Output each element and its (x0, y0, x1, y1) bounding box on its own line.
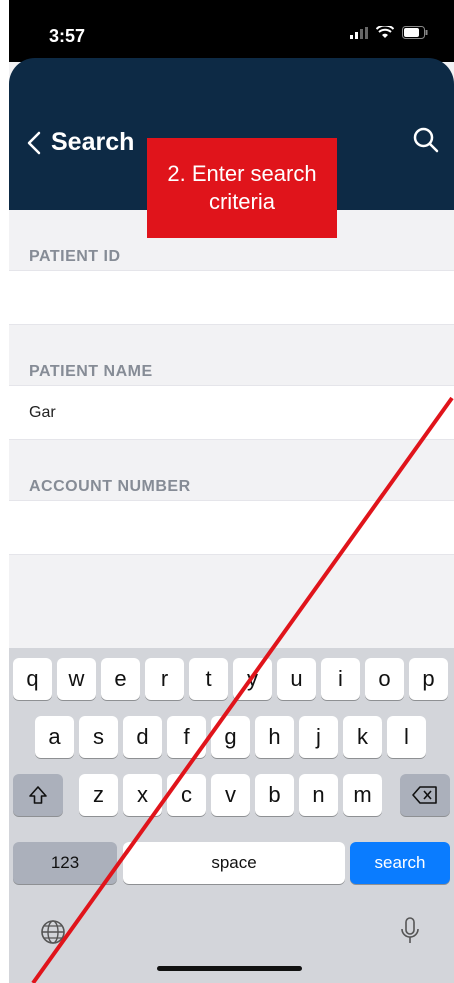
key-p[interactable]: p (409, 658, 448, 700)
key-b[interactable]: b (255, 774, 294, 816)
search-button[interactable] (412, 126, 440, 159)
key-n[interactable]: n (299, 774, 338, 816)
key-j[interactable]: j (299, 716, 338, 758)
globe-icon (41, 920, 65, 944)
patient-name-field[interactable]: Gar (9, 385, 454, 440)
signal-icon (350, 26, 368, 39)
key-m[interactable]: m (343, 774, 382, 816)
key-r[interactable]: r (145, 658, 184, 700)
search-key[interactable]: search (350, 842, 450, 884)
patient-id-field[interactable] (9, 270, 454, 325)
keyboard: q w e r t y u i o p a s d f g h j k l z (9, 648, 454, 983)
status-time: 3:57 (49, 26, 86, 46)
key-o[interactable]: o (365, 658, 404, 700)
battery-icon (402, 26, 428, 39)
patient-name-label: PATIENT NAME (29, 363, 153, 380)
key-l[interactable]: l (387, 716, 426, 758)
instruction-callout: 2. Enter search criteria (147, 138, 337, 238)
microphone-icon (401, 917, 419, 943)
key-i[interactable]: i (321, 658, 360, 700)
back-button[interactable]: Search (27, 128, 134, 157)
numbers-key[interactable]: 123 (13, 842, 117, 884)
globe-key[interactable] (39, 918, 67, 951)
key-h[interactable]: h (255, 716, 294, 758)
status-bar: 3:57 (9, 0, 454, 62)
wifi-icon (376, 26, 394, 38)
shift-icon (29, 786, 47, 804)
key-c[interactable]: c (167, 774, 206, 816)
status-icons (350, 26, 428, 39)
key-g[interactable]: g (211, 716, 250, 758)
back-label: Search (51, 128, 135, 156)
key-x[interactable]: x (123, 774, 162, 816)
key-q[interactable]: q (13, 658, 52, 700)
key-v[interactable]: v (211, 774, 250, 816)
key-e[interactable]: e (101, 658, 140, 700)
account-number-field[interactable] (9, 500, 454, 555)
key-y[interactable]: y (233, 658, 272, 700)
key-z[interactable]: z (79, 774, 118, 816)
account-number-label: ACCOUNT NUMBER (29, 478, 191, 495)
key-u[interactable]: u (277, 658, 316, 700)
dictation-key[interactable] (399, 916, 421, 951)
key-s[interactable]: s (79, 716, 118, 758)
space-key[interactable]: space (123, 842, 345, 884)
shift-key[interactable] (13, 774, 63, 816)
backspace-icon (412, 786, 437, 804)
key-t[interactable]: t (189, 658, 228, 700)
backspace-key[interactable] (400, 774, 450, 816)
home-indicator (157, 966, 302, 971)
key-f[interactable]: f (167, 716, 206, 758)
key-w[interactable]: w (57, 658, 96, 700)
key-k[interactable]: k (343, 716, 382, 758)
search-form: PATIENT ID PATIENT NAME Gar ACCOUNT NUMB… (9, 210, 454, 555)
key-a[interactable]: a (35, 716, 74, 758)
key-d[interactable]: d (123, 716, 162, 758)
magnifier-icon (413, 127, 439, 153)
chevron-left-icon (27, 131, 41, 154)
